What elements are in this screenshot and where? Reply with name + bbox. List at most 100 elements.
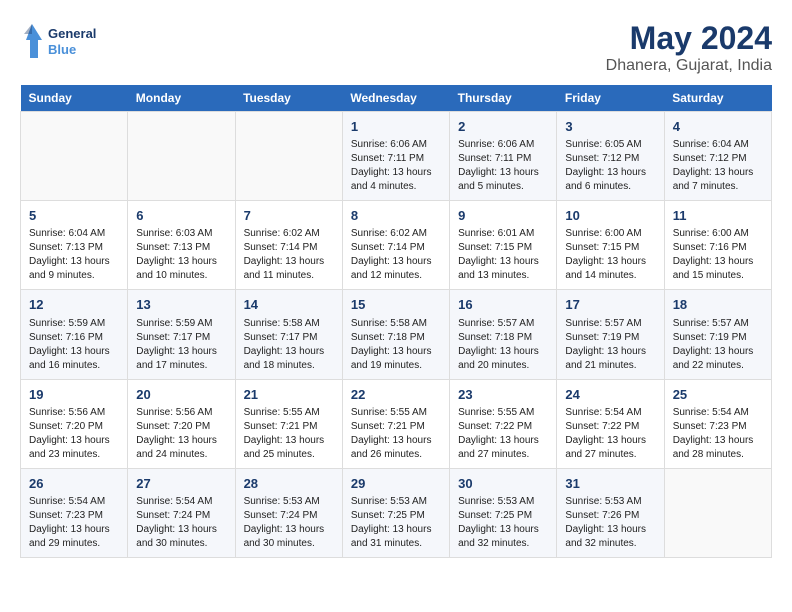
day-info: Daylight: 13 hours bbox=[351, 345, 441, 359]
calendar-day-1: 1Sunrise: 6:06 AMSunset: 7:11 PMDaylight… bbox=[342, 112, 449, 201]
day-number: 15 bbox=[351, 296, 441, 314]
day-info: Sunset: 7:24 PM bbox=[136, 509, 226, 523]
calendar-day-17: 17Sunrise: 5:57 AMSunset: 7:19 PMDayligh… bbox=[557, 290, 664, 379]
day-info: Sunrise: 5:59 AM bbox=[136, 317, 226, 331]
calendar-day-empty bbox=[664, 468, 771, 557]
day-info: Sunset: 7:18 PM bbox=[458, 331, 548, 345]
day-info: Sunrise: 6:00 AM bbox=[565, 227, 655, 241]
calendar-day-16: 16Sunrise: 5:57 AMSunset: 7:18 PMDayligh… bbox=[450, 290, 557, 379]
day-info: and 24 minutes. bbox=[136, 448, 226, 462]
day-info: Sunset: 7:13 PM bbox=[29, 241, 119, 255]
day-info: Daylight: 13 hours bbox=[351, 434, 441, 448]
calendar-week-2: 5Sunrise: 6:04 AMSunset: 7:13 PMDaylight… bbox=[21, 201, 772, 290]
calendar-week-4: 19Sunrise: 5:56 AMSunset: 7:20 PMDayligh… bbox=[21, 379, 772, 468]
day-number: 30 bbox=[458, 475, 548, 493]
day-info: Daylight: 13 hours bbox=[458, 255, 548, 269]
day-info: Sunrise: 5:53 AM bbox=[351, 495, 441, 509]
day-info: Sunset: 7:15 PM bbox=[565, 241, 655, 255]
calendar-header-row: SundayMondayTuesdayWednesdayThursdayFrid… bbox=[21, 85, 772, 112]
page-title: May 2024 bbox=[606, 20, 772, 57]
logo-svg: General Blue bbox=[20, 20, 110, 64]
day-info: Sunset: 7:21 PM bbox=[244, 420, 334, 434]
day-info: Sunrise: 5:58 AM bbox=[351, 317, 441, 331]
day-info: Sunset: 7:20 PM bbox=[136, 420, 226, 434]
logo: General Blue bbox=[20, 20, 110, 64]
day-number: 9 bbox=[458, 207, 548, 225]
day-info: and 18 minutes. bbox=[244, 359, 334, 373]
day-info: Daylight: 13 hours bbox=[673, 434, 763, 448]
day-info: Sunrise: 5:58 AM bbox=[244, 317, 334, 331]
day-info: Sunrise: 5:54 AM bbox=[29, 495, 119, 509]
calendar-header-monday: Monday bbox=[128, 85, 235, 112]
calendar-week-1: 1Sunrise: 6:06 AMSunset: 7:11 PMDaylight… bbox=[21, 112, 772, 201]
day-info: Sunset: 7:22 PM bbox=[565, 420, 655, 434]
calendar-day-6: 6Sunrise: 6:03 AMSunset: 7:13 PMDaylight… bbox=[128, 201, 235, 290]
day-info: Sunset: 7:11 PM bbox=[351, 152, 441, 166]
page-subtitle: Dhanera, Gujarat, India bbox=[606, 57, 772, 75]
day-info: Daylight: 13 hours bbox=[244, 255, 334, 269]
day-info: and 26 minutes. bbox=[351, 448, 441, 462]
day-info: and 16 minutes. bbox=[29, 359, 119, 373]
day-number: 29 bbox=[351, 475, 441, 493]
day-info: Sunset: 7:19 PM bbox=[673, 331, 763, 345]
day-info: Sunset: 7:22 PM bbox=[458, 420, 548, 434]
day-info: Daylight: 13 hours bbox=[29, 345, 119, 359]
day-info: Sunrise: 5:53 AM bbox=[565, 495, 655, 509]
day-info: Sunset: 7:14 PM bbox=[244, 241, 334, 255]
day-info: Sunrise: 5:56 AM bbox=[136, 406, 226, 420]
day-info: Sunset: 7:23 PM bbox=[673, 420, 763, 434]
day-info: Sunset: 7:17 PM bbox=[136, 331, 226, 345]
calendar-day-18: 18Sunrise: 5:57 AMSunset: 7:19 PMDayligh… bbox=[664, 290, 771, 379]
day-info: and 6 minutes. bbox=[565, 180, 655, 194]
day-number: 19 bbox=[29, 386, 119, 404]
day-number: 16 bbox=[458, 296, 548, 314]
day-info: Daylight: 13 hours bbox=[136, 255, 226, 269]
day-info: and 15 minutes. bbox=[673, 269, 763, 283]
day-info: Sunrise: 6:06 AM bbox=[351, 138, 441, 152]
calendar-header-sunday: Sunday bbox=[21, 85, 128, 112]
day-info: and 23 minutes. bbox=[29, 448, 119, 462]
day-number: 17 bbox=[565, 296, 655, 314]
day-info: and 10 minutes. bbox=[136, 269, 226, 283]
day-info: Daylight: 13 hours bbox=[136, 345, 226, 359]
day-info: Sunset: 7:12 PM bbox=[565, 152, 655, 166]
day-info: Sunrise: 5:54 AM bbox=[565, 406, 655, 420]
day-info: Sunset: 7:15 PM bbox=[458, 241, 548, 255]
calendar-day-13: 13 Sunrise: 5:59 AMSunset: 7:17 PMDayligh… bbox=[128, 290, 235, 379]
day-info: and 17 minutes. bbox=[136, 359, 226, 373]
day-info: Sunset: 7:20 PM bbox=[29, 420, 119, 434]
day-number: 7 bbox=[244, 207, 334, 225]
calendar-day-8: 8Sunrise: 6:02 AMSunset: 7:14 PMDaylight… bbox=[342, 201, 449, 290]
day-info: Daylight: 13 hours bbox=[673, 255, 763, 269]
day-number: 24 bbox=[565, 386, 655, 404]
day-info: Sunset: 7:18 PM bbox=[351, 331, 441, 345]
day-info: and 5 minutes. bbox=[458, 180, 548, 194]
calendar-week-5: 26Sunrise: 5:54 AMSunset: 7:23 PMDayligh… bbox=[21, 468, 772, 557]
day-info: and 30 minutes. bbox=[244, 537, 334, 551]
day-info: and 32 minutes. bbox=[565, 537, 655, 551]
day-info: Daylight: 13 hours bbox=[565, 345, 655, 359]
calendar-day-5: 5Sunrise: 6:04 AMSunset: 7:13 PMDaylight… bbox=[21, 201, 128, 290]
calendar-header-thursday: Thursday bbox=[450, 85, 557, 112]
calendar-day-19: 19Sunrise: 5:56 AMSunset: 7:20 PMDayligh… bbox=[21, 379, 128, 468]
day-info: Daylight: 13 hours bbox=[565, 166, 655, 180]
day-info: Daylight: 13 hours bbox=[29, 523, 119, 537]
day-info: Sunset: 7:12 PM bbox=[673, 152, 763, 166]
calendar-day-3: 3Sunrise: 6:05 AMSunset: 7:12 PMDaylight… bbox=[557, 112, 664, 201]
day-info: Sunrise: 5:57 AM bbox=[565, 317, 655, 331]
day-number: 2 bbox=[458, 118, 548, 136]
day-number: 11 bbox=[673, 207, 763, 225]
day-number: 6 bbox=[136, 207, 226, 225]
calendar-day-22: 22Sunrise: 5:55 AMSunset: 7:21 PMDayligh… bbox=[342, 379, 449, 468]
day-info: and 31 minutes. bbox=[351, 537, 441, 551]
calendar-day-27: 27Sunrise: 5:54 AMSunset: 7:24 PMDayligh… bbox=[128, 468, 235, 557]
day-number: 8 bbox=[351, 207, 441, 225]
day-info: Sunset: 7:23 PM bbox=[29, 509, 119, 523]
calendar-header-friday: Friday bbox=[557, 85, 664, 112]
day-number: 4 bbox=[673, 118, 763, 136]
day-info: Sunrise: 5:54 AM bbox=[136, 495, 226, 509]
day-info: Sunrise: 5:55 AM bbox=[351, 406, 441, 420]
day-info: Sunset: 7:21 PM bbox=[351, 420, 441, 434]
calendar-day-21: 21Sunrise: 5:55 AMSunset: 7:21 PMDayligh… bbox=[235, 379, 342, 468]
day-number: 13 bbox=[136, 296, 226, 314]
